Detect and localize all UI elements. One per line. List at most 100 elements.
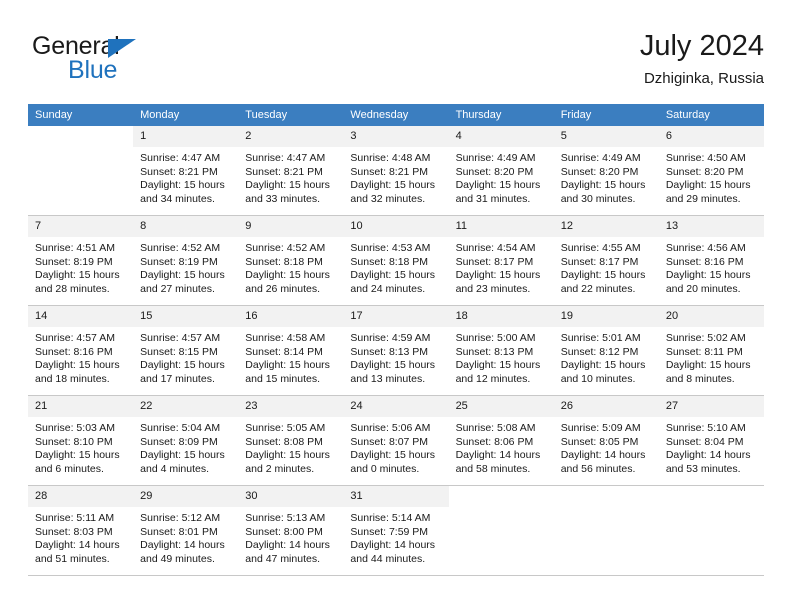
calendar-day-cell[interactable]: 16 Sunrise: 4:58 AM Sunset: 8:14 PM Dayligh… (238, 305, 344, 396)
calendar-day-cell[interactable]: 4 Sunrise: 4:49 AM Sunset: 8:20 PM Daylight… (448, 126, 554, 216)
day-number: 17 (343, 306, 449, 327)
day-number: 1 (133, 126, 239, 147)
sunset-text: Sunset: 8:11 PM (665, 345, 743, 358)
calendar-day-cell[interactable]: 31 Sunrise: 5:14 AM Sunset: 7:59 PM Dayligh… (343, 485, 449, 576)
day-details: Sunrise: 4:47 AM Sunset: 8:21 PM Daylight:… (133, 147, 238, 206)
calendar-day-cell[interactable]: 6 Sunrise: 4:50 AM Sunset: 8:20 PM Daylight… (658, 126, 764, 216)
daylight-text-line1: Daylight: 15 hours (350, 269, 436, 282)
sunset-text: Sunset: 8:21 PM (350, 165, 429, 178)
calendar-day-cell[interactable]: 30 Sunrise: 5:13 AM Sunset: 8:00 PM Dayligh… (238, 485, 344, 576)
daylight-text-line2: and 23 minutes. (455, 282, 531, 295)
calendar-day-cell[interactable]: 20 Sunrise: 5:02 AM Sunset: 8:11 PM Dayligh… (658, 305, 764, 396)
weekday-header-wednesday: Wednesday (343, 104, 449, 126)
calendar-day-cell[interactable]: 9 Sunrise: 4:52 AM Sunset: 8:18 PM Daylight… (238, 215, 344, 306)
daylight-text-line2: and 0 minutes. (350, 462, 420, 475)
calendar-day-cell[interactable]: 10 Sunrise: 4:53 AM Sunset: 8:18 PM Dayligh… (343, 215, 449, 306)
daylight-text-line1: Daylight: 15 hours (35, 269, 120, 282)
calendar-day-cell[interactable]: 3 Sunrise: 4:48 AM Sunset: 8:21 PM Daylight… (343, 126, 449, 216)
day-number: 30 (238, 486, 344, 507)
day-cell-inner: 31 Sunrise: 5:14 AM Sunset: 7:59 PM Dayligh… (343, 486, 449, 575)
day-details: Sunrise: 5:12 AM Sunset: 8:01 PM Daylight:… (133, 507, 238, 566)
calendar-day-cell[interactable]: 23 Sunrise: 5:05 AM Sunset: 8:08 PM Dayligh… (238, 395, 344, 486)
calendar-day-cell[interactable]: 25 Sunrise: 5:08 AM Sunset: 8:06 PM Dayligh… (448, 395, 554, 486)
sunrise-text: Sunrise: 5:05 AM (245, 422, 326, 434)
calendar-day-cell[interactable]: 24 Sunrise: 5:06 AM Sunset: 8:07 PM Dayligh… (343, 395, 449, 486)
day-cell-inner: 2 Sunrise: 4:47 AM Sunset: 8:21 PM Daylight… (238, 126, 344, 215)
daylight-text-line1: Daylight: 15 hours (140, 269, 225, 282)
sunrise-text: Sunrise: 5:01 AM (560, 332, 641, 344)
daylight-text-line1: Daylight: 15 hours (245, 179, 330, 192)
calendar-day-cell[interactable]: 21 Sunrise: 5:03 AM Sunset: 8:10 PM Dayligh… (28, 395, 134, 486)
sunrise-text: Sunrise: 5:11 AM (35, 512, 115, 524)
weekday-header-monday: Monday (133, 104, 239, 126)
day-number: 19 (553, 306, 659, 327)
sunrise-text: Sunrise: 5:02 AM (665, 332, 746, 344)
daylight-text-line2: and 8 minutes. (665, 372, 735, 385)
daylight-text-line1: Daylight: 15 hours (245, 269, 330, 282)
day-cell-inner (448, 486, 554, 575)
calendar-day-cell (658, 485, 764, 576)
calendar-week-row: 21 Sunrise: 5:03 AM Sunset: 8:10 PM Dayligh… (28, 395, 764, 486)
calendar-day-cell[interactable]: 28 Sunrise: 5:11 AM Sunset: 8:03 PM Dayligh… (28, 485, 134, 576)
day-details: Sunrise: 4:52 AM Sunset: 8:19 PM Daylight:… (133, 237, 238, 296)
day-cell-inner: 28 Sunrise: 5:11 AM Sunset: 8:03 PM Dayligh… (28, 486, 134, 575)
day-cell-inner (553, 486, 659, 575)
day-cell-inner: 30 Sunrise: 5:13 AM Sunset: 8:00 PM Dayligh… (238, 486, 344, 575)
daylight-text-line2: and 29 minutes. (665, 192, 741, 205)
sunrise-text: Sunrise: 4:57 AM (140, 332, 221, 344)
day-number: 25 (448, 396, 554, 417)
sunset-text: Sunset: 8:05 PM (560, 435, 639, 448)
calendar-week-row: 1 Sunrise: 4:47 AM Sunset: 8:21 PM Daylight… (28, 126, 764, 216)
day-cell-inner: 18 Sunrise: 5:00 AM Sunset: 8:13 PM Dayligh… (448, 306, 554, 395)
weekday-header-thursday: Thursday (448, 104, 554, 126)
day-number: 10 (343, 216, 449, 237)
calendar-day-cell[interactable]: 11 Sunrise: 4:54 AM Sunset: 8:17 PM Dayligh… (448, 215, 554, 306)
daylight-text-line1: Daylight: 15 hours (140, 179, 225, 192)
weekday-header-tuesday: Tuesday (238, 104, 344, 126)
day-number (28, 126, 134, 147)
page-subtitle-location: Dzhiginka, Russia (643, 70, 764, 87)
calendar-day-cell[interactable]: 2 Sunrise: 4:47 AM Sunset: 8:21 PM Daylight… (238, 126, 344, 216)
sunset-text: Sunset: 8:10 PM (35, 435, 113, 448)
sunrise-text: Sunrise: 4:58 AM (245, 332, 326, 344)
calendar-day-cell[interactable]: 19 Sunrise: 5:01 AM Sunset: 8:12 PM Dayligh… (553, 305, 659, 396)
calendar-day-cell[interactable]: 8 Sunrise: 4:52 AM Sunset: 8:19 PM Daylight… (133, 215, 239, 306)
sunset-text: Sunset: 8:20 PM (665, 165, 744, 178)
calendar-day-cell[interactable]: 7 Sunrise: 4:51 AM Sunset: 8:19 PM Daylight… (28, 215, 134, 306)
general-blue-logo[interactable]: General Blue (32, 32, 262, 92)
calendar-day-cell[interactable]: 13 Sunrise: 4:56 AM Sunset: 8:16 PM Dayligh… (658, 215, 764, 306)
day-number: 13 (658, 216, 764, 237)
day-details: Sunrise: 5:02 AM Sunset: 8:11 PM Daylight:… (659, 327, 764, 386)
calendar-day-cell[interactable]: 22 Sunrise: 5:04 AM Sunset: 8:09 PM Dayligh… (133, 395, 239, 486)
calendar-day-cell[interactable]: 18 Sunrise: 5:00 AM Sunset: 8:13 PM Dayligh… (448, 305, 554, 396)
daylight-text-line1: Daylight: 15 hours (35, 359, 120, 372)
calendar-day-cell[interactable]: 14 Sunrise: 4:57 AM Sunset: 8:16 PM Dayligh… (28, 305, 134, 396)
day-cell-inner: 3 Sunrise: 4:48 AM Sunset: 8:21 PM Daylight… (343, 126, 449, 215)
day-cell-inner: 8 Sunrise: 4:52 AM Sunset: 8:19 PM Daylight… (133, 216, 239, 305)
page-header: General Blue July 2024 Dzhiginka, Russia (28, 28, 764, 100)
calendar-header-row-group: Sunday Monday Tuesday Wednesday Thursday… (28, 104, 764, 126)
sunset-text: Sunset: 8:07 PM (350, 435, 429, 448)
day-cell-inner: 20 Sunrise: 5:02 AM Sunset: 8:11 PM Dayligh… (658, 306, 764, 395)
day-number: 24 (343, 396, 449, 417)
calendar-day-cell[interactable]: 17 Sunrise: 4:59 AM Sunset: 8:13 PM Dayligh… (343, 305, 449, 396)
day-number: 29 (133, 486, 239, 507)
sunset-text: Sunset: 8:20 PM (560, 165, 639, 178)
calendar-day-cell[interactable]: 29 Sunrise: 5:12 AM Sunset: 8:01 PM Dayligh… (133, 485, 239, 576)
day-number: 7 (28, 216, 134, 237)
sunrise-text: Sunrise: 4:47 AM (245, 152, 326, 164)
calendar-day-cell[interactable]: 12 Sunrise: 4:55 AM Sunset: 8:17 PM Dayligh… (553, 215, 659, 306)
sunset-text: Sunset: 8:16 PM (665, 255, 744, 268)
daylight-text-line2: and 4 minutes. (140, 462, 210, 475)
day-cell-inner: 1 Sunrise: 4:47 AM Sunset: 8:21 PM Daylight… (133, 126, 239, 215)
calendar-day-cell[interactable]: 5 Sunrise: 4:49 AM Sunset: 8:20 PM Daylight… (553, 126, 659, 216)
day-details: Sunrise: 4:58 AM Sunset: 8:14 PM Daylight:… (238, 327, 343, 386)
calendar-day-cell[interactable]: 26 Sunrise: 5:09 AM Sunset: 8:05 PM Dayligh… (553, 395, 659, 486)
calendar-day-cell[interactable]: 27 Sunrise: 5:10 AM Sunset: 8:04 PM Dayligh… (658, 395, 764, 486)
calendar-day-cell[interactable]: 15 Sunrise: 4:57 AM Sunset: 8:15 PM Dayligh… (133, 305, 239, 396)
daylight-text-line2: and 26 minutes. (245, 282, 320, 295)
day-details: Sunrise: 4:53 AM Sunset: 8:18 PM Daylight:… (343, 237, 448, 296)
calendar-week-row: 7 Sunrise: 4:51 AM Sunset: 8:19 PM Daylight… (28, 215, 764, 306)
calendar-day-cell[interactable]: 1 Sunrise: 4:47 AM Sunset: 8:21 PM Daylight… (133, 126, 239, 216)
daylight-text-line1: Daylight: 14 hours (140, 539, 225, 552)
